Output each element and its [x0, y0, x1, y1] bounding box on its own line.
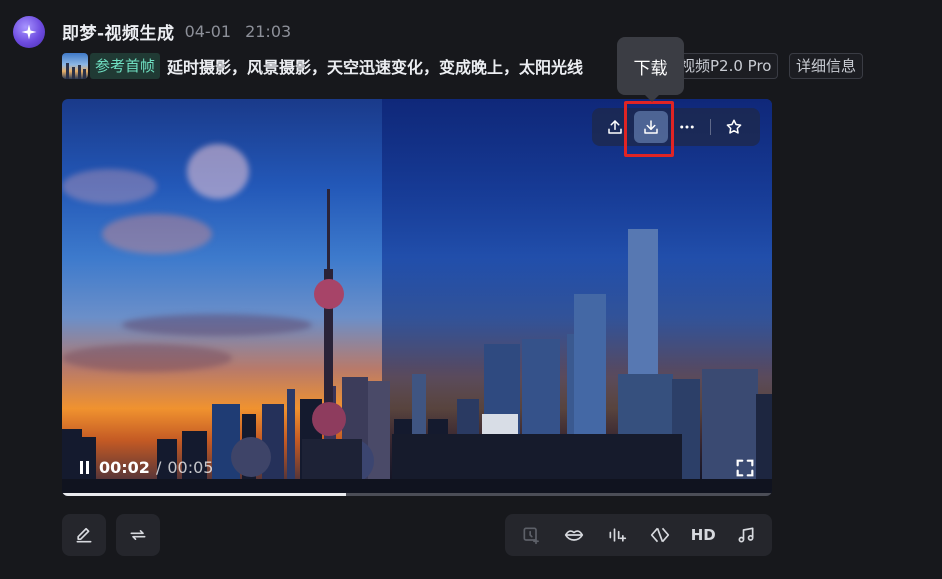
message-time: 21:03 — [245, 21, 292, 41]
app-avatar — [13, 16, 45, 48]
prompt-text: 延时摄影，风景摄影，天空迅速变化，变成晚上，太阳光线 — [167, 58, 584, 77]
download-tooltip: 下载 — [617, 37, 684, 102]
fullscreen-icon[interactable] — [734, 457, 756, 479]
prompt-row: 参考首帧 延时摄影，风景摄影，天空迅速变化，变成晚上，太阳光线 — [62, 53, 625, 79]
pause-icon[interactable] — [80, 461, 89, 474]
playback-controls: 00:02 / 00:05 — [80, 458, 213, 477]
music-icon — [738, 527, 754, 543]
music-button[interactable] — [728, 517, 764, 553]
hd-label: HD — [690, 526, 716, 544]
hd-button[interactable]: HD — [685, 517, 721, 553]
model-tag: 视频P2.0 Pro — [676, 53, 779, 79]
city-skyline — [62, 189, 772, 496]
lip-sync-button[interactable] — [556, 517, 592, 553]
more-button[interactable] — [670, 111, 704, 143]
enhance-button[interactable] — [642, 517, 678, 553]
more-icon — [680, 125, 694, 129]
frame-interpolate-icon — [523, 527, 539, 545]
favorite-button[interactable] — [717, 111, 751, 143]
video-player[interactable]: 00:02 / 00:05 — [62, 99, 772, 496]
toolbar-divider — [710, 119, 711, 135]
sound-effect-icon — [609, 528, 627, 542]
tooltip-text: 下载 — [633, 58, 668, 79]
sound-effect-button[interactable] — [599, 517, 635, 553]
edit-icon — [76, 527, 92, 543]
frame-interpolate-button[interactable] — [513, 517, 549, 553]
details-button[interactable]: 详细信息 — [789, 53, 864, 79]
sparkle-icon — [21, 24, 37, 40]
message-header: 即梦-视频生成 04-01 21:03 — [62, 19, 292, 44]
enhance-icon — [650, 527, 670, 543]
reference-frame-label[interactable]: 参考首帧 — [90, 53, 161, 79]
total-time: 00:05 — [167, 458, 214, 477]
download-highlight — [624, 101, 674, 157]
time-separator: / — [155, 458, 162, 477]
star-icon — [726, 119, 742, 134]
video-actions-group: HD — [505, 514, 772, 556]
regenerate-icon — [130, 530, 146, 540]
share-icon — [608, 120, 622, 134]
video-toolbar — [592, 108, 760, 146]
lip-sync-icon — [564, 530, 583, 541]
edit-button[interactable] — [62, 514, 106, 556]
message-date: 04-01 — [184, 21, 232, 41]
regenerate-button[interactable] — [116, 514, 160, 556]
progress-fill — [62, 493, 346, 496]
current-time: 00:02 — [99, 458, 150, 477]
reference-frame-thumbnail[interactable] — [62, 53, 88, 79]
app-name: 即梦-视频生成 — [62, 23, 175, 44]
